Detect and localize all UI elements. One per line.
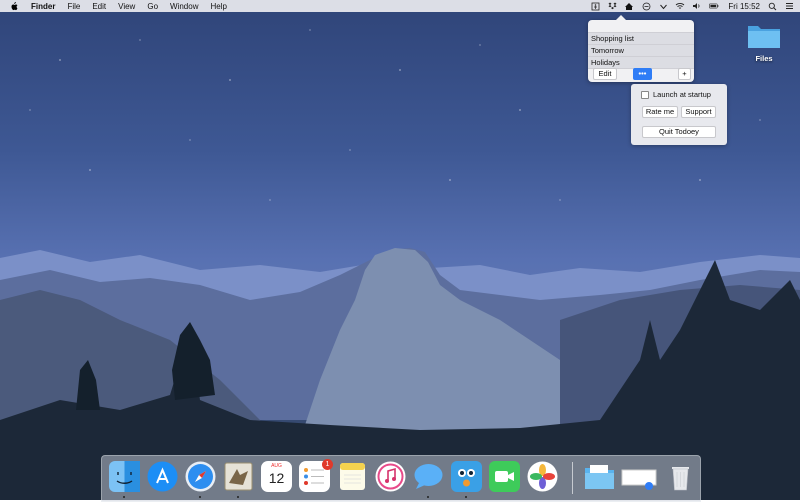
launch-at-startup-label: Launch at startup <box>653 90 711 99</box>
volume-icon[interactable] <box>692 1 702 11</box>
files-folder[interactable]: Files <box>746 22 782 63</box>
menu-file[interactable]: File <box>67 2 80 11</box>
menu-window[interactable]: Window <box>170 2 198 11</box>
running-indicator <box>123 496 125 498</box>
more-button[interactable]: ••• <box>633 68 652 80</box>
support-button[interactable]: Support <box>681 106 716 118</box>
todoey-icon[interactable] <box>624 1 634 11</box>
running-indicator <box>465 496 467 498</box>
launch-at-startup-row[interactable]: Launch at startup <box>641 90 711 99</box>
running-indicator <box>237 496 239 498</box>
running-indicator <box>427 496 429 498</box>
calendar-icon[interactable]: AUG 12 <box>261 461 292 492</box>
minimized-window-icon[interactable] <box>621 461 657 492</box>
apple-icon[interactable] <box>9 1 19 11</box>
popover-toolbar: Edit ••• + <box>591 68 691 80</box>
accessibility-icon[interactable] <box>590 1 600 11</box>
menu-view[interactable]: View <box>118 2 135 11</box>
downloads-folder-icon[interactable] <box>584 461 615 492</box>
edit-button[interactable]: Edit <box>593 68 617 80</box>
dropbox-icon[interactable] <box>607 1 617 11</box>
check-icon[interactable] <box>658 1 668 11</box>
menu-app-name[interactable]: Finder <box>31 2 55 11</box>
status-area: Fri 15:52 <box>590 0 794 12</box>
facetime-icon[interactable] <box>489 461 520 492</box>
menubar-clock[interactable]: Fri 15:52 <box>728 2 760 11</box>
finder-icon[interactable] <box>109 461 140 492</box>
notes-icon[interactable] <box>337 461 368 492</box>
calendar-day: 12 <box>268 470 285 486</box>
files-label: Files <box>755 54 773 63</box>
menu-go[interactable]: Go <box>147 2 158 11</box>
wifi-icon[interactable] <box>675 1 685 11</box>
dock: AUG 12 1 <box>101 455 701 502</box>
safari-icon[interactable] <box>185 461 216 492</box>
trash-icon[interactable] <box>665 461 696 492</box>
messages-icon[interactable] <box>413 461 444 492</box>
todoey-popover: Shopping list Tomorrow Holidays Edit •••… <box>588 15 694 82</box>
menu-edit[interactable]: Edit <box>92 2 106 11</box>
notification-badge: 1 <box>322 459 333 470</box>
todo-list: Shopping list Tomorrow Holidays <box>588 32 694 69</box>
app-store-icon[interactable] <box>147 461 178 492</box>
settings-panel: Launch at startup Rate me Support Quit T… <box>631 84 727 145</box>
calendar-month: AUG <box>271 463 282 469</box>
reminders-icon[interactable]: 1 <box>299 459 333 492</box>
add-button[interactable]: + <box>678 68 691 80</box>
photos-icon[interactable] <box>527 461 558 492</box>
battery-icon[interactable] <box>709 1 719 11</box>
tweetbot-icon[interactable] <box>451 461 482 492</box>
menu-bar: Finder File Edit View Go Window Help Fri… <box>0 0 800 12</box>
launch-at-startup-checkbox[interactable] <box>641 90 649 99</box>
quit-button[interactable]: Quit Todoey <box>642 126 716 138</box>
menu-help[interactable]: Help <box>210 2 226 11</box>
folder-icon <box>748 26 780 48</box>
search-icon[interactable] <box>767 1 777 11</box>
mail-eagle-icon[interactable] <box>223 461 254 492</box>
list-item[interactable]: Tomorrow <box>588 44 694 56</box>
itunes-icon[interactable] <box>375 461 406 492</box>
list-icon[interactable] <box>784 1 794 11</box>
dock-divider <box>572 462 573 494</box>
circle-icon[interactable] <box>641 1 651 11</box>
running-indicator <box>199 496 201 498</box>
rate-me-button[interactable]: Rate me <box>642 106 678 118</box>
list-item[interactable]: Shopping list <box>588 32 694 44</box>
